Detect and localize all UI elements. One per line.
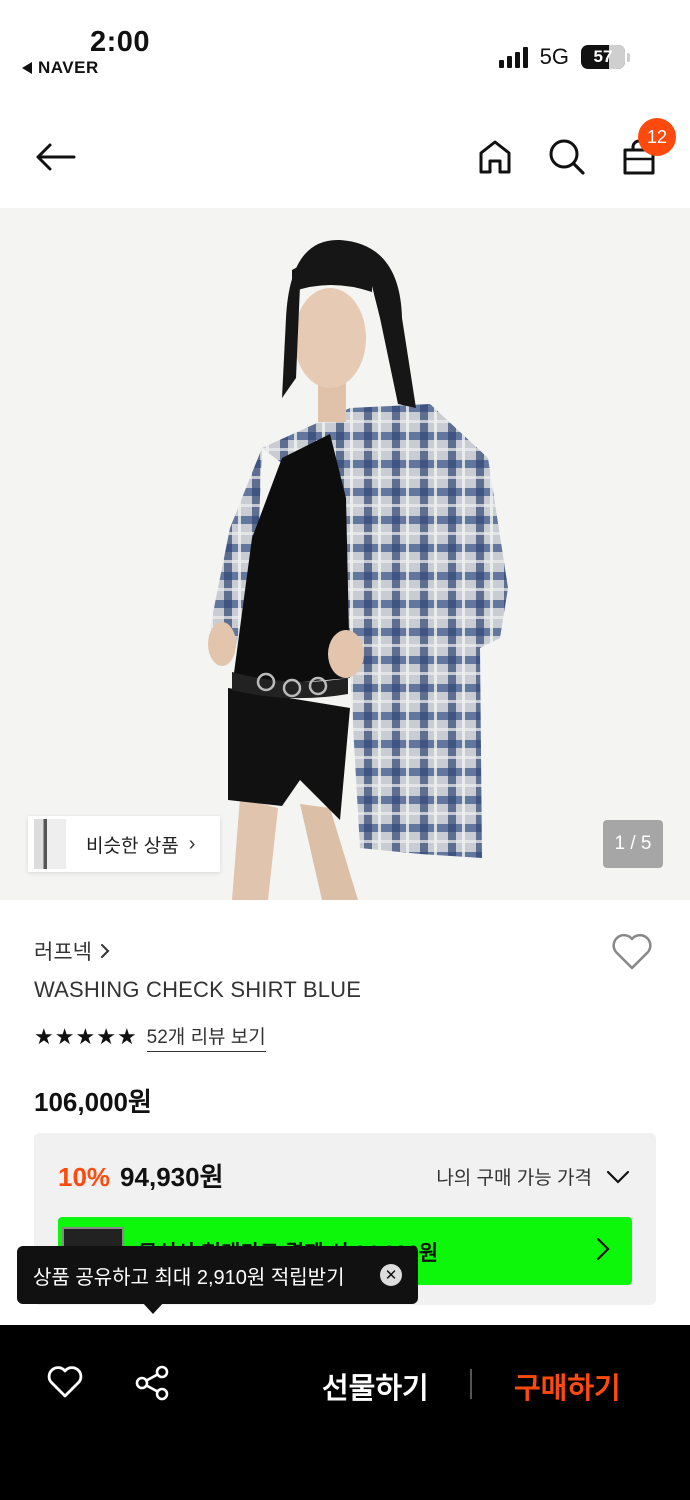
discount-price: 94,930원 [120,1162,224,1192]
product-image[interactable] [0,208,690,900]
heart-icon [47,1366,83,1398]
share-reward-tooltip: 상품 공유하고 최대 2,910원 적립받기 ✕ [17,1246,418,1304]
chevron-right-icon [100,944,110,958]
brand-name: 러프넥 [34,941,92,964]
brand-link[interactable]: 러프넥 [34,936,110,966]
back-to-app-link[interactable]: NAVER [22,58,99,78]
share-icon [135,1365,169,1401]
rating-stars: ★ ★ ★ ★ ★ [34,1024,137,1050]
rating-row: ★ ★ ★ ★ ★ 52개 리뷰 보기 [34,1022,266,1052]
cart-count-badge: 12 [638,118,676,156]
chevron-down-icon [606,1170,630,1184]
discount-rate: 10% [58,1162,111,1192]
home-button[interactable] [470,132,520,182]
share-button[interactable] [134,1365,172,1406]
back-button[interactable] [30,132,80,182]
image-page-counter: 1 / 5 [603,820,663,868]
star-icon: ★ [116,1024,137,1049]
status-time: 2:00 [90,26,151,58]
signal-icon [498,46,528,68]
status-bar: 2:00 NAVER 5G 57 [0,0,690,100]
back-app-label: NAVER [38,58,99,77]
product-price: 106,000원 [34,1087,152,1117]
home-icon [479,140,511,174]
battery-icon: 57 [581,45,625,69]
arrow-left-icon [36,143,76,171]
buy-button[interactable]: 구매하기 [514,1365,621,1407]
star-icon: ★ [75,1024,96,1049]
chevron-right-icon [596,1237,610,1261]
star-icon: ★ [34,1024,54,1049]
product-photo-illustration [0,208,690,900]
similar-products-chip[interactable]: 비슷한 상품 › [28,816,220,872]
bottom-action-bar: 선물하기 구매하기 [0,1325,690,1500]
chevron-right-icon: › [188,832,196,855]
gift-button[interactable]: 선물하기 [322,1365,429,1407]
wishlist-button[interactable] [610,932,654,977]
review-link[interactable]: 52개 리뷰 보기 [146,1022,266,1052]
close-icon[interactable]: ✕ [380,1264,402,1286]
similar-product-thumbnail [34,819,66,869]
product-name: WASHING CHECK SHIRT BLUE [34,977,362,1002]
search-icon [549,139,585,175]
tooltip-text: 상품 공유하고 최대 2,910원 적립받기 [33,1266,345,1289]
divider [470,1369,472,1399]
my-price-label: 나의 구매 가능 가격 [436,1168,592,1189]
heart-icon [612,933,652,970]
star-icon: ★ [54,1024,75,1049]
my-price-toggle[interactable]: 나의 구매 가능 가격 [436,1163,630,1190]
discount-row: 10% 94,930원 [58,1157,224,1194]
wishlist-bottom-button[interactable] [46,1365,84,1404]
search-button[interactable] [542,132,592,182]
network-label: 5G [539,44,569,69]
back-triangle-icon [22,62,32,74]
top-nav [0,110,690,206]
star-icon: ★ [96,1024,116,1049]
battery-tip [627,52,630,62]
tooltip-pointer [142,1302,164,1314]
similar-products-label: 비슷한 상품 [86,835,179,857]
status-indicators: 5G 57 [498,44,630,70]
